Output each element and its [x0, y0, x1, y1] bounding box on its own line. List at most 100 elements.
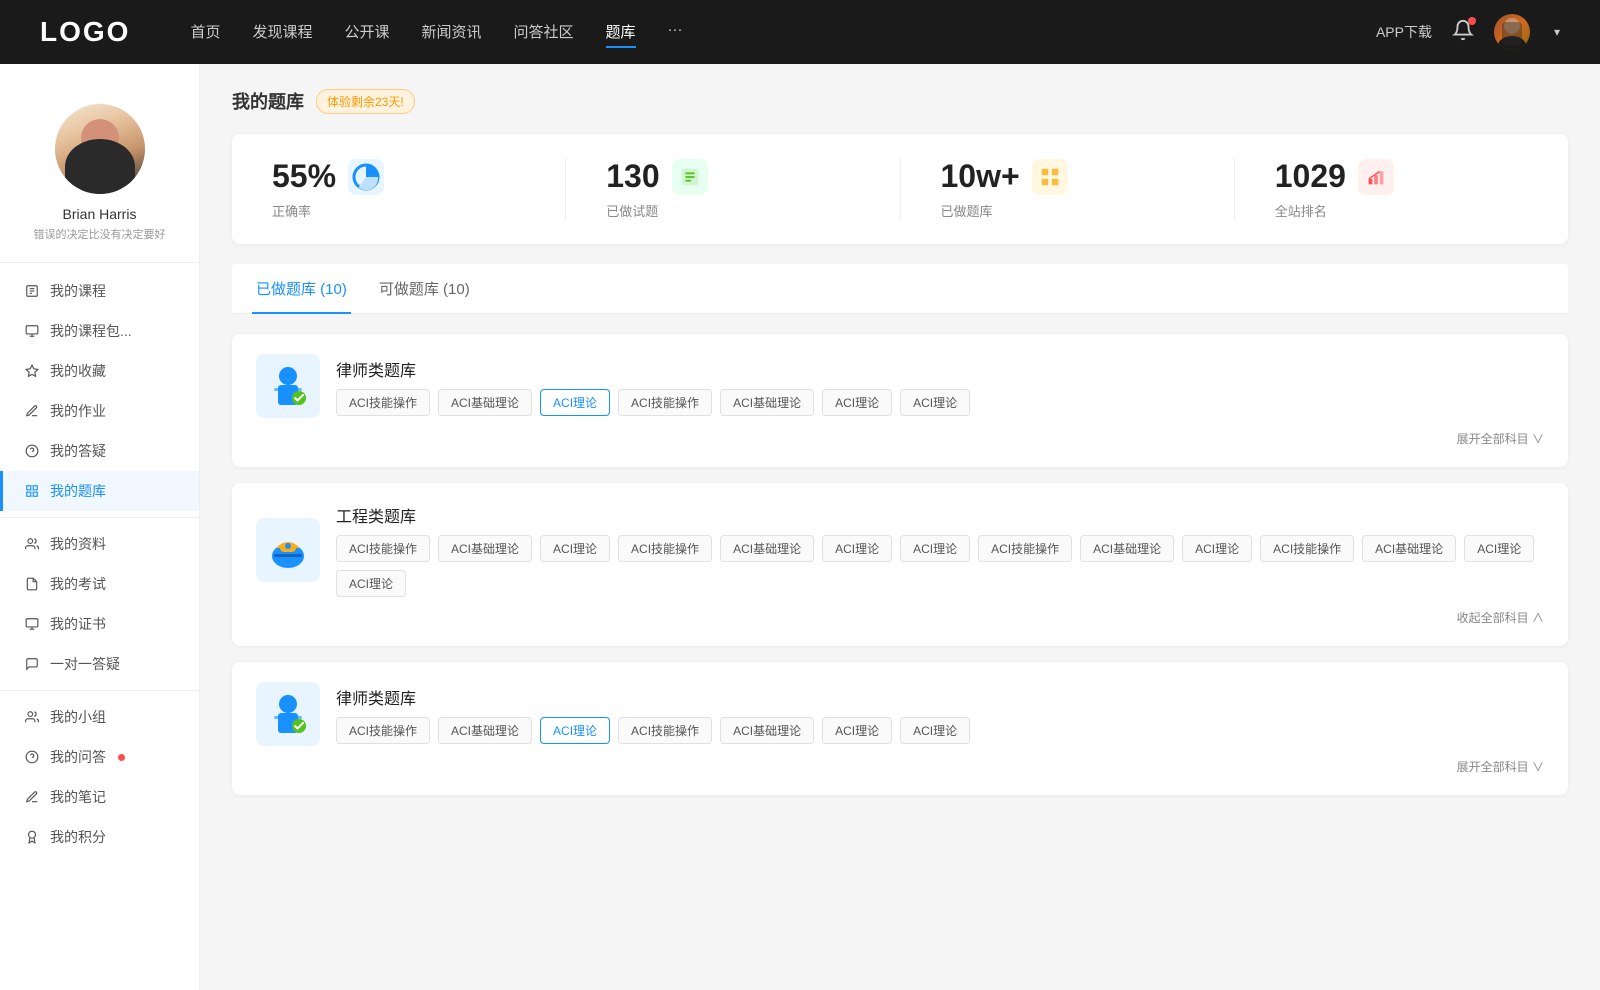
pie-chart-icon	[350, 161, 382, 193]
sidebar-item-homework[interactable]: 我的作业	[0, 391, 199, 431]
tag-5[interactable]: ACI理论	[822, 389, 892, 416]
tag-2[interactable]: ACI理论	[540, 389, 610, 416]
eng-tag-6[interactable]: ACI理论	[900, 535, 970, 562]
sidebar-item-label: 我的小组	[50, 707, 106, 727]
eng-tag-3[interactable]: ACI技能操作	[618, 535, 712, 562]
qbank-card-lawyer-1: 律师类题库 ACI技能操作 ACI基础理论 ACI理论 ACI技能操作 ACI基…	[232, 334, 1568, 467]
tab-available-banks[interactable]: 可做题库 (10)	[375, 264, 474, 313]
sidebar-item-points[interactable]: 我的积分	[0, 817, 199, 857]
tag-6[interactable]: ACI理论	[900, 389, 970, 416]
stat-top: 10w+	[941, 158, 1068, 195]
sidebar-item-label: 一对一答疑	[50, 654, 120, 674]
eng-tag-11[interactable]: ACI基础理论	[1362, 535, 1456, 562]
sidebar-item-course-pack[interactable]: 我的课程包...	[0, 311, 199, 351]
stat-icon-rank	[1358, 159, 1394, 195]
nav-more[interactable]: ···	[668, 17, 683, 48]
eng-tag-12[interactable]: ACI理论	[1464, 535, 1534, 562]
bar-chart-icon	[1365, 166, 1387, 188]
app-download-button[interactable]: APP下载	[1376, 22, 1432, 42]
group-icon	[24, 709, 40, 725]
star-icon	[24, 363, 40, 379]
qbank-footer-3: 展开全部科目 ∨	[256, 758, 1544, 775]
nav-qa[interactable]: 问答社区	[514, 17, 574, 48]
main-content: 我的题库 体验剩余23天! 55% 正确率	[200, 64, 1600, 990]
eng-tag-5[interactable]: ACI理论	[822, 535, 892, 562]
stat-value-done-b: 10w+	[941, 158, 1020, 195]
sidebar-item-collection[interactable]: 我的收藏	[0, 351, 199, 391]
tab-done-banks[interactable]: 已做题库 (10)	[252, 264, 351, 313]
eng-tag-10[interactable]: ACI技能操作	[1260, 535, 1354, 562]
law2-tag-3[interactable]: ACI技能操作	[618, 717, 712, 744]
notes-icon	[24, 789, 40, 805]
sidebar-item-qa[interactable]: 我的答疑	[0, 431, 199, 471]
sidebar-profile: Brian Harris 错误的决定比没有决定要好	[0, 88, 199, 263]
law2-tag-0[interactable]: ACI技能操作	[336, 717, 430, 744]
sidebar-item-my-questions[interactable]: 我的问答	[0, 737, 199, 777]
avatar[interactable]	[1494, 14, 1530, 50]
sidebar-item-notes[interactable]: 我的笔记	[0, 777, 199, 817]
sidebar-item-label: 我的积分	[50, 827, 106, 847]
eng-tag-1[interactable]: ACI基础理论	[438, 535, 532, 562]
sidebar-item-one-on-one[interactable]: 一对一答疑	[0, 644, 199, 684]
qbank-card-header-2: 工程类题库 ACI技能操作 ACI基础理论 ACI理论 ACI技能操作 ACI基…	[256, 503, 1544, 597]
law2-tag-1[interactable]: ACI基础理论	[438, 717, 532, 744]
sidebar-item-group[interactable]: 我的小组	[0, 697, 199, 737]
eng-tag-8[interactable]: ACI基础理论	[1080, 535, 1174, 562]
avatar-dropdown-icon[interactable]: ▾	[1554, 25, 1560, 39]
qbank-tags-3: ACI技能操作 ACI基础理论 ACI理论 ACI技能操作 ACI基础理论 AC…	[336, 717, 970, 744]
stat-value-rank: 1029	[1275, 158, 1346, 195]
law2-tag-6[interactable]: ACI理论	[900, 717, 970, 744]
lawyer-icon	[264, 362, 312, 410]
eng-tag-2[interactable]: ACI理论	[540, 535, 610, 562]
expand-button-3[interactable]: 展开全部科目 ∨	[1457, 758, 1544, 775]
tag-0[interactable]: ACI技能操作	[336, 389, 430, 416]
avatar-person-bg	[55, 104, 145, 194]
stat-done-questions: 130 已做试题	[566, 158, 900, 220]
chat-icon	[24, 656, 40, 672]
sidebar-item-label: 我的作业	[50, 401, 106, 421]
law2-tag-5[interactable]: ACI理论	[822, 717, 892, 744]
eng-tag-7[interactable]: ACI技能操作	[978, 535, 1072, 562]
sidebar-item-certificate[interactable]: 我的证书	[0, 604, 199, 644]
stat-label-accuracy: 正确率	[272, 201, 311, 220]
eng-tag-9[interactable]: ACI理论	[1182, 535, 1252, 562]
tag-4[interactable]: ACI基础理论	[720, 389, 814, 416]
law2-tag-2[interactable]: ACI理论	[540, 717, 610, 744]
expand-button-2[interactable]: 收起全部科目 ∧	[1457, 609, 1544, 626]
sidebar-item-profile[interactable]: 我的资料	[0, 524, 199, 564]
sidebar-item-qbank[interactable]: 我的题库	[0, 471, 199, 511]
sidebar-item-label: 我的答疑	[50, 441, 106, 461]
eng-tag-13[interactable]: ACI理论	[336, 570, 406, 597]
nav-discover[interactable]: 发现课程	[252, 17, 312, 48]
notification-dot	[1468, 17, 1476, 25]
qbank-footer-1: 展开全部科目 ∨	[256, 430, 1544, 447]
stat-icon-accuracy	[348, 159, 384, 195]
qbank-info: 律师类题库 ACI技能操作 ACI基础理论 ACI理论 ACI技能操作 ACI基…	[336, 357, 970, 416]
nav-news[interactable]: 新闻资讯	[422, 17, 482, 48]
nav-qbank[interactable]: 题库	[606, 17, 636, 48]
stat-icon-done-b	[1032, 159, 1068, 195]
expand-button-1[interactable]: 展开全部科目 ∨	[1457, 430, 1544, 447]
sidebar-item-exam[interactable]: 我的考试	[0, 564, 199, 604]
profile-icon	[24, 536, 40, 552]
eng-tag-0[interactable]: ACI技能操作	[336, 535, 430, 562]
sidebar-item-label: 我的收藏	[50, 361, 106, 381]
page-header: 我的题库 体验剩余23天!	[232, 88, 1568, 114]
nav-home[interactable]: 首页	[190, 17, 220, 48]
notification-bell-button[interactable]	[1452, 19, 1474, 46]
stat-label-done-q: 已做试题	[606, 201, 658, 220]
nav-open-course[interactable]: 公开课	[344, 17, 389, 48]
exam-icon	[24, 576, 40, 592]
sidebar-item-label: 我的考试	[50, 574, 106, 594]
sidebar-divider-2	[0, 690, 199, 691]
logo: LOGO	[40, 16, 130, 48]
eng-tag-4[interactable]: ACI基础理论	[720, 535, 814, 562]
tag-1[interactable]: ACI基础理论	[438, 389, 532, 416]
stat-label-rank: 全站排名	[1275, 201, 1327, 220]
sidebar-item-my-course[interactable]: 我的课程	[0, 271, 199, 311]
law2-tag-4[interactable]: ACI基础理论	[720, 717, 814, 744]
tag-3[interactable]: ACI技能操作	[618, 389, 712, 416]
sidebar-item-label: 我的题库	[50, 481, 106, 501]
main-layout: Brian Harris 错误的决定比没有决定要好 我的课程 我的课程包...	[0, 64, 1600, 990]
engineer-icon	[264, 526, 312, 574]
